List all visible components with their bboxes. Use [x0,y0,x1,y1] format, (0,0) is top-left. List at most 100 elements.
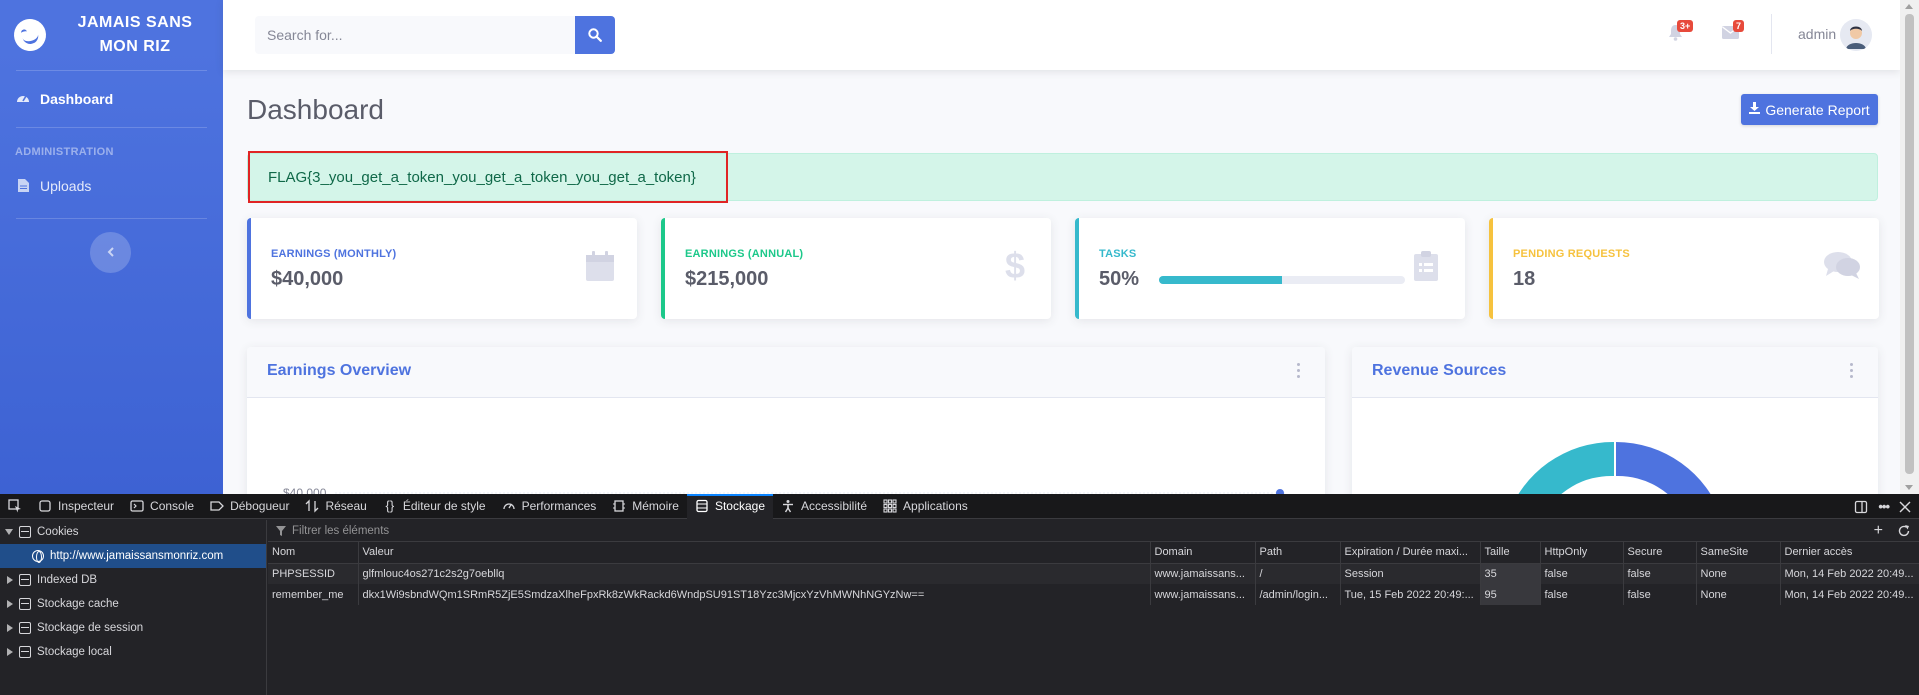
tab-inspecteur[interactable]: Inspecteur [30,494,122,519]
sidebar-toggle-button[interactable] [90,232,131,273]
cookie-secure[interactable]: false [1623,584,1697,605]
cookie-name[interactable]: remember_me [268,584,359,605]
more-options-icon[interactable] [1850,363,1854,379]
tab-console[interactable]: Console [122,494,202,519]
cookie-domain[interactable]: www.jamaissans... [1150,563,1256,584]
sidebar-item-dashboard[interactable]: Dashboard [0,71,223,127]
cookie-expiration[interactable]: Session [1340,563,1481,584]
cookie-httponly[interactable]: false [1540,563,1624,584]
braces-icon: {} [385,498,395,513]
tab-accessibilite[interactable]: Accessibilité [773,494,875,519]
donut-slice[interactable] [1616,442,1722,494]
column-header[interactable]: Valeur [358,542,1151,564]
close-icon[interactable] [1899,501,1911,513]
tab-applications[interactable]: Applications [875,494,976,519]
tree-item-indexed-db[interactable]: Indexed DB [0,568,266,592]
more-options-icon[interactable] [1297,363,1301,379]
user-avatar[interactable] [1840,19,1872,51]
collapsed-arrow-icon[interactable] [7,624,13,632]
add-item-icon[interactable]: + [1874,522,1883,540]
scroll-down-arrow[interactable] [1905,485,1913,490]
sidebar-item-uploads[interactable]: Uploads [0,164,223,208]
inspector-icon [39,500,51,512]
tree-item-cache-storage[interactable]: Stockage cache [0,592,266,616]
tab-label: Console [150,499,195,513]
refresh-icon[interactable] [1897,524,1911,538]
search-button[interactable] [575,16,615,54]
scrollbar-thumb[interactable] [1905,14,1914,474]
column-header[interactable]: Path [1255,542,1341,564]
column-header[interactable]: Nom [268,542,359,564]
cookie-samesite[interactable]: None [1696,563,1781,584]
column-header[interactable]: Dernier accès [1780,542,1919,564]
tab-performances[interactable]: Performances [494,494,605,519]
generate-report-button[interactable]: Generate Report [1741,94,1878,125]
column-header[interactable]: SameSite [1696,542,1781,564]
tab-reseau[interactable]: Réseau [297,494,374,519]
cookie-value[interactable]: dkx1Wi9sbndWQm1SRmR5ZjE5SmdzaXlheFpxRk8z… [358,584,1151,605]
column-header[interactable]: HttpOnly [1540,542,1624,564]
alerts-dropdown[interactable]: 3+ [1668,20,1694,46]
collapsed-arrow-icon[interactable] [7,600,13,608]
generate-report-label: Generate Report [1765,101,1870,118]
expanded-arrow-icon[interactable] [5,529,13,535]
cookie-last-accessed[interactable]: Mon, 14 Feb 2022 20:49... [1780,563,1919,584]
column-header[interactable]: Taille [1480,542,1541,564]
cookie-value[interactable]: glfmlouc4os271c2s2g7oebllq [358,563,1151,584]
topbar: 3+ 7 admin [223,0,1900,70]
picker-icon [8,499,21,513]
globe-icon [32,550,44,563]
tab-label: Applications [903,499,968,513]
cookie-samesite[interactable]: None [1696,584,1781,605]
cookie-size[interactable]: 35 [1480,563,1541,584]
brand[interactable]: JAMAIS SANS MON RIZ [0,0,223,70]
column-header[interactable]: Domain [1150,542,1256,564]
tab-memoire[interactable]: Mémoire [604,494,687,519]
stat-value: 50% [1099,268,1140,290]
alerts-count-badge: 3+ [1677,20,1694,32]
cookie-table-area: + Nom Valeur Domain Path Expiration / Du… [268,520,1919,695]
cookie-path[interactable]: /admin/login... [1255,584,1341,605]
tree-item-local-storage[interactable]: Stockage local [0,640,266,664]
column-header[interactable]: Expiration / Durée maxi... [1340,542,1481,564]
dock-icon[interactable] [1854,500,1868,514]
user-name[interactable]: admin [1798,26,1836,42]
database-icon [19,646,31,658]
cookie-httponly[interactable]: false [1540,584,1624,605]
scroll-up-arrow[interactable] [1905,4,1913,9]
messages-dropdown[interactable]: 7 [1722,20,1745,44]
collapsed-arrow-icon[interactable] [7,648,13,656]
collapsed-arrow-icon[interactable] [7,576,13,584]
search-input[interactable] [255,16,575,54]
tree-label: Cookies [37,526,79,538]
tab-editeur-de-style[interactable]: {} Éditeur de style [375,494,494,519]
element-picker-button[interactable] [0,494,30,519]
earnings-overview-card: Earnings Overview $40,000 [247,347,1325,494]
table-row[interactable]: remember_me dkx1Wi9sbndWQm1SRmR5ZjE5Smdz… [268,584,1919,605]
console-icon [130,500,144,512]
database-icon [19,574,31,586]
storage-icon [696,499,708,513]
column-header[interactable]: Secure [1623,542,1697,564]
tree-item-host[interactable]: http://www.jamaissansmonriz.com [0,544,266,568]
tab-stockage[interactable]: Stockage [686,493,774,519]
cookie-size[interactable]: 95 [1480,584,1541,605]
donut-slice[interactable] [1507,441,1614,494]
page-scrollbar[interactable] [1900,0,1919,494]
table-row[interactable]: PHPSESSID glfmlouc4os271c2s2g7oebllq www… [268,563,1919,584]
cookie-last-accessed[interactable]: Mon, 14 Feb 2022 20:49... [1780,584,1919,605]
cookie-path[interactable]: / [1255,563,1341,584]
more-menu-icon[interactable]: ••• [1878,499,1890,514]
cookie-name[interactable]: PHPSESSID [268,563,359,584]
tree-item-cookies[interactable]: Cookies [0,520,266,544]
devtools-window-controls: ••• [1854,499,1911,514]
cookie-expiration[interactable]: Tue, 15 Feb 2022 20:49:... [1340,584,1481,605]
filter-icon [276,525,286,536]
tree-item-session-storage[interactable]: Stockage de session [0,616,266,640]
card-title: Revenue Sources [1372,362,1507,379]
filter-input[interactable] [292,524,892,537]
tab-label: Performances [521,499,597,513]
tab-debogueur[interactable]: Débogueur [202,494,297,519]
cookie-secure[interactable]: false [1623,563,1697,584]
cookie-domain[interactable]: www.jamaissans... [1150,584,1256,605]
